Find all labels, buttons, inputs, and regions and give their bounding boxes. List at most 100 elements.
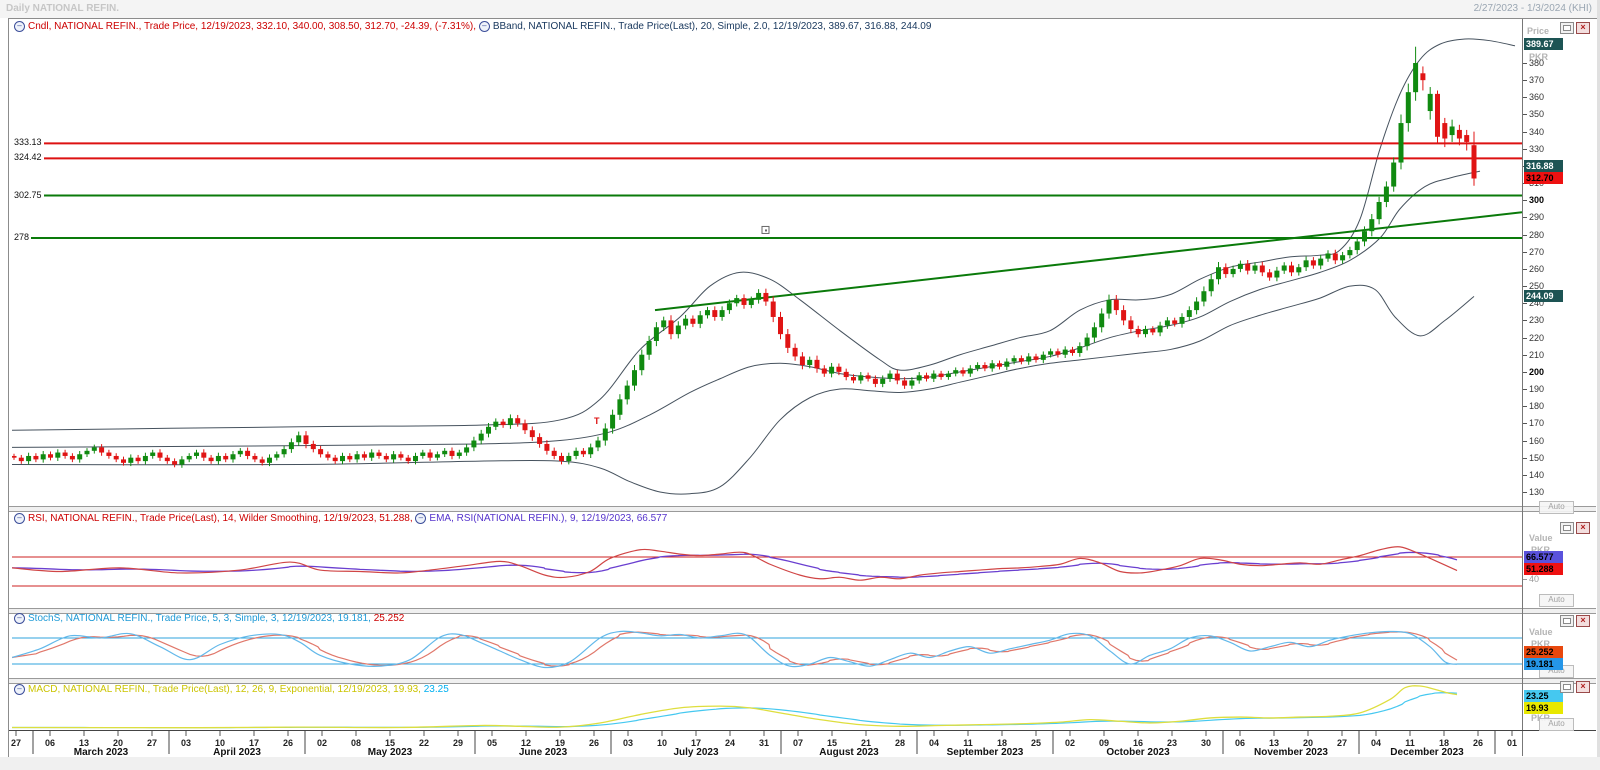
minimize-panel-icon[interactable] — [1560, 615, 1574, 627]
rsi-legend[interactable]: – RSI, NATIONAL REFIN., Trade Price(Last)… — [14, 513, 667, 524]
close-panel-icon[interactable]: × — [1576, 615, 1590, 627]
day-tick-label: 27 — [1336, 738, 1348, 748]
price-tick-label: 190 — [1529, 384, 1545, 395]
day-tick-label: 08 — [350, 738, 362, 748]
level-label: 302.75 — [12, 189, 44, 200]
price-tick-dash — [1523, 371, 1527, 373]
day-tick-label: 29 — [452, 738, 464, 748]
price-axis-badge: 389.67 — [1524, 38, 1563, 50]
rsi-axis-badge: 51.288 — [1524, 563, 1563, 575]
month-label: June 2023 — [518, 747, 568, 758]
close-panel-icon[interactable]: × — [1576, 681, 1590, 693]
stoch-k-line — [12, 630, 1458, 669]
price-tick-dash — [1523, 440, 1527, 442]
price-tick-label: 330 — [1529, 143, 1545, 154]
stoch-legend-text: StochS, NATIONAL REFIN., Trade Price, 5,… — [28, 613, 371, 625]
rsi-tick-label: 40 — [1529, 573, 1540, 584]
price-tick-label: 220 — [1529, 332, 1545, 343]
price-tick-dash — [1523, 320, 1527, 322]
legend-collapse-icon[interactable]: – — [415, 513, 427, 524]
price-tick-dash — [1523, 148, 1527, 150]
stoch-panel-graphics — [12, 630, 1522, 669]
price-tick-dash — [1523, 97, 1527, 99]
price-tick-label: 280 — [1529, 229, 1545, 240]
month-label: September 2023 — [946, 747, 1024, 758]
auto-scale-button[interactable]: Auto — [1539, 594, 1574, 607]
legend-collapse-icon[interactable]: – — [14, 684, 25, 695]
day-tick-label: 04 — [928, 738, 940, 748]
minimize-panel-icon[interactable] — [1560, 522, 1574, 534]
stoch-d-value: 25.252 — [373, 613, 405, 625]
rsi-ema-legend-text: EMA, RSI(NATIONAL REFIN.), 9, 12/19/2023… — [429, 513, 668, 525]
main-legend[interactable]: – Cndl, NATIONAL REFIN., Trade Price, 12/… — [14, 21, 931, 32]
stoch-axis-label: Value — [1529, 627, 1553, 637]
price-tick-dash — [1523, 389, 1527, 391]
rsi-panel-graphics — [12, 546, 1522, 587]
candle-legend-text: Cndl, NATIONAL REFIN., Trade Price, 12/1… — [28, 21, 477, 33]
day-tick-label: 03 — [180, 738, 192, 748]
day-tick-label: 01 — [1506, 738, 1518, 748]
price-tick-dash — [1523, 217, 1527, 219]
day-tick-label: 26 — [282, 738, 294, 748]
price-axis-badge: 244.09 — [1524, 290, 1563, 302]
legend-collapse-icon[interactable]: – — [14, 613, 25, 624]
month-label: December 2023 — [1390, 747, 1464, 758]
macd-signal-line — [12, 692, 1458, 729]
price-axis-badge: 312.70 — [1524, 172, 1563, 184]
price-tick-dash — [1523, 131, 1527, 133]
price-tick-dash — [1523, 234, 1527, 236]
price-tick-dash — [1523, 251, 1527, 253]
price-tick-dash — [1523, 406, 1527, 408]
day-tick-label: 28 — [894, 738, 906, 748]
stoch-legend[interactable]: – StochS, NATIONAL REFIN., Trade Price, 5… — [14, 613, 404, 624]
trade-marker: T — [594, 415, 600, 426]
price-axis-badge: 316.88 — [1524, 160, 1563, 172]
price-tick-label: 230 — [1529, 315, 1545, 326]
rsi-legend-text: RSI, NATIONAL REFIN., Trade Price(Last),… — [28, 513, 413, 525]
day-tick-label: 06 — [44, 738, 56, 748]
price-tick-label: 170 — [1529, 418, 1545, 429]
price-tick-dash — [1523, 268, 1527, 270]
legend-collapse-icon[interactable]: – — [14, 513, 25, 524]
price-tick-dash — [1523, 492, 1527, 493]
auto-scale-button[interactable]: Auto — [1539, 501, 1574, 514]
close-panel-icon[interactable]: × — [1576, 22, 1590, 34]
month-label: May 2023 — [367, 747, 413, 758]
price-tick-dash — [1523, 457, 1527, 459]
price-tick-label: 180 — [1529, 401, 1545, 412]
rsi-axis-label: Value — [1529, 533, 1553, 543]
macd-legend[interactable]: – MACD, NATIONAL REFIN., Trade Price(Last… — [14, 684, 449, 695]
level-label: 333.13 — [12, 137, 44, 148]
day-tick-label: 06 — [1234, 738, 1246, 748]
close-panel-icon[interactable]: × — [1576, 522, 1590, 534]
legend-collapse-icon[interactable]: – — [14, 21, 25, 32]
rsi-tick-dash — [1523, 578, 1527, 580]
day-tick-label: 02 — [1064, 738, 1076, 748]
price-tick-label: 200 — [1529, 366, 1545, 377]
month-label: March 2023 — [73, 747, 129, 758]
day-tick-label: 24 — [724, 738, 736, 748]
macd-axis-badge: 19.93 — [1524, 702, 1563, 714]
day-tick-label: 30 — [1200, 738, 1212, 748]
minimize-panel-icon[interactable] — [1560, 681, 1574, 693]
auto-scale-button[interactable]: Auto — [1539, 718, 1574, 731]
price-tick-dash — [1523, 63, 1527, 64]
price-tick-dash — [1523, 114, 1527, 116]
price-tick-label: 210 — [1529, 349, 1545, 360]
level-label: 278 — [12, 232, 32, 243]
chart-application-window: Daily NATIONAL REFIN. 2/27/2023 - 1/3/20… — [0, 0, 1600, 770]
month-label: April 2023 — [213, 747, 261, 758]
price-tick-label: 140 — [1529, 469, 1545, 480]
day-tick-label: 26 — [588, 738, 600, 748]
price-tick-label: 290 — [1529, 212, 1545, 223]
day-tick-label: 10 — [656, 738, 668, 748]
price-tick-label: 360 — [1529, 92, 1545, 103]
day-tick-label: 07 — [792, 738, 804, 748]
macd-legend-text: MACD, NATIONAL REFIN., Trade Price(Last)… — [28, 684, 421, 696]
day-tick-label: 02 — [316, 738, 328, 748]
minimize-panel-icon[interactable] — [1560, 22, 1574, 34]
legend-collapse-icon[interactable]: – — [478, 21, 490, 32]
day-tick-label: 25 — [1030, 738, 1042, 748]
day-tick-label: 03 — [622, 738, 634, 748]
price-tick-dash — [1523, 337, 1527, 339]
